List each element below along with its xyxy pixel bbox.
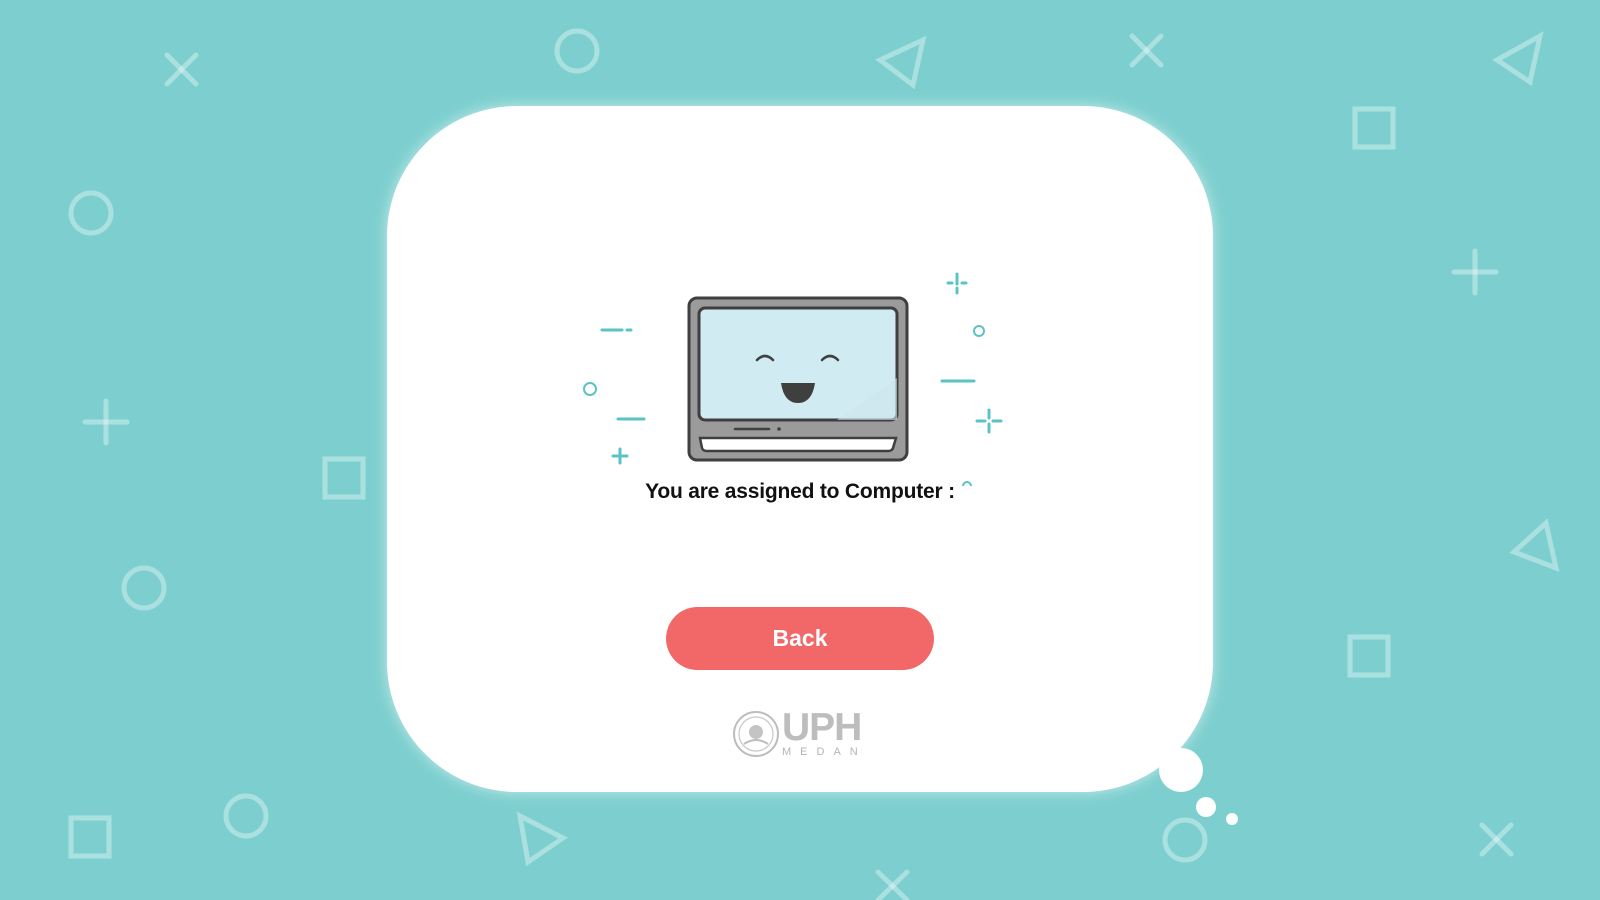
triangle-shape-icon bbox=[1509, 518, 1560, 572]
square-shape-icon bbox=[1347, 634, 1391, 678]
square-shape-icon bbox=[322, 456, 366, 500]
circle-shape-icon bbox=[223, 793, 269, 839]
logo-name: UPH bbox=[782, 706, 862, 749]
bubble-tail-small bbox=[1226, 813, 1238, 825]
logo-subtitle: MEDAN bbox=[782, 746, 867, 758]
square-shape-icon bbox=[68, 815, 112, 859]
circle-shape-icon bbox=[1162, 817, 1208, 863]
assignment-card: You are assigned to Computer : Back UPH … bbox=[387, 106, 1213, 792]
triangle-shape-icon bbox=[1492, 31, 1544, 87]
triangle-shape-icon bbox=[875, 35, 927, 90]
square-shape-icon bbox=[1352, 106, 1396, 150]
x-shape-icon bbox=[1129, 33, 1164, 68]
plus-shape-icon bbox=[82, 398, 130, 446]
triangle-shape-icon bbox=[516, 811, 568, 867]
assignment-message: You are assigned to Computer : bbox=[645, 480, 955, 503]
x-shape-icon bbox=[1479, 822, 1514, 857]
bubble-tail-medium bbox=[1196, 797, 1216, 817]
circle-shape-icon bbox=[68, 190, 114, 236]
bubble-tail-large bbox=[1159, 748, 1203, 792]
happy-computer-icon bbox=[583, 272, 1003, 486]
x-shape-icon bbox=[875, 869, 910, 900]
plus-shape-icon bbox=[1451, 248, 1499, 296]
back-button[interactable]: Back bbox=[666, 607, 934, 670]
circle-shape-icon bbox=[554, 28, 600, 74]
uph-logo: UPH MEDAN bbox=[732, 708, 872, 758]
university-seal-icon bbox=[733, 711, 779, 757]
x-shape-icon bbox=[164, 52, 199, 87]
circle-shape-icon bbox=[121, 565, 167, 611]
